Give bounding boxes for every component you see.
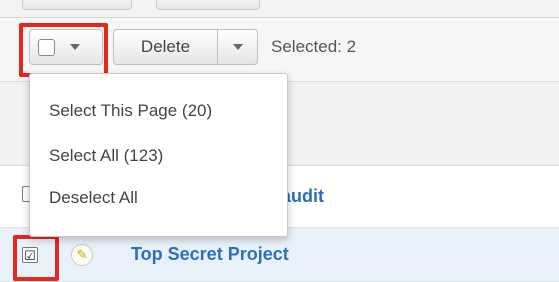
upper-button-left[interactable] [22, 0, 132, 10]
menu-item-select-all[interactable]: Select All (123) [49, 146, 163, 166]
row-checkbox-checked[interactable]: ☑ [22, 247, 38, 263]
delete-button-group: Delete [113, 29, 258, 65]
delete-button[interactable]: Delete [114, 30, 218, 64]
chevron-down-icon [70, 44, 80, 50]
delete-actions-dropdown-button[interactable] [218, 30, 257, 64]
selected-count-text: Selected: 2 [271, 37, 357, 56]
record-name-link[interactable]: Top Secret Project [131, 244, 289, 265]
pencil-icon[interactable]: ✎ [71, 244, 93, 266]
chevron-down-icon [232, 44, 243, 50]
menu-item-deselect-all[interactable]: Deselect All [49, 188, 138, 208]
upper-button-right[interactable] [156, 0, 260, 10]
menu-item-select-this-page[interactable]: Select This Page (20) [49, 101, 212, 121]
mass-select-checkbox[interactable] [38, 38, 55, 56]
upper-toolbar [0, 0, 559, 18]
mass-select-button[interactable] [29, 29, 103, 65]
mass-select-dropdown-menu: Select This Page (20) Select All (123) D… [29, 73, 288, 237]
